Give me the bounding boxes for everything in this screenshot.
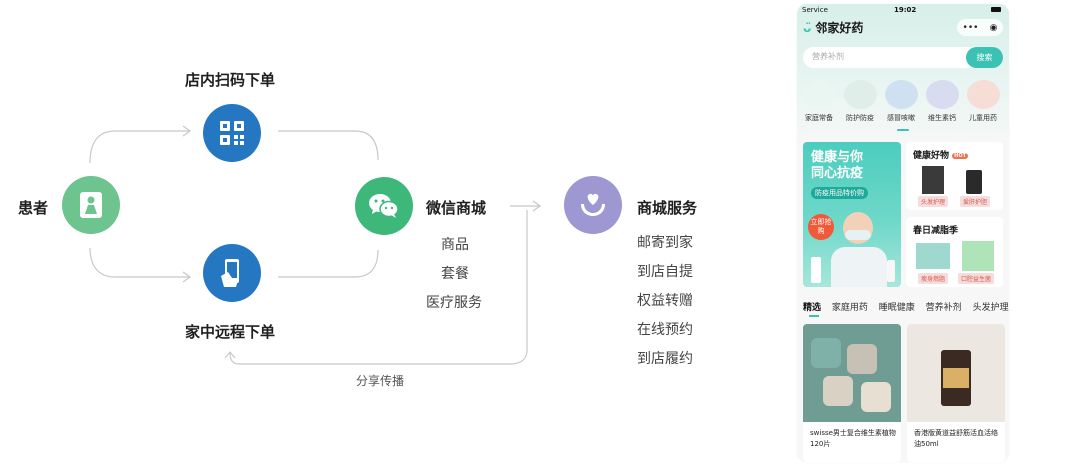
tag-probiotic: 口腔益生菌 [958, 273, 995, 284]
tab-family-medicine[interactable]: 家庭用药 [832, 303, 868, 313]
wechat-item-medical: 医疗服务 [426, 295, 482, 311]
search-bar[interactable]: 营养补剂 搜索 [803, 47, 1003, 68]
sick-person-icon [884, 80, 918, 109]
category-cold[interactable]: 感冒咳嗽 [883, 80, 919, 123]
service-item-fulfil: 到店履约 [637, 351, 693, 367]
patient-node [62, 176, 120, 234]
product-name: swisse男士复合维生素植物120片 [810, 429, 896, 448]
banner-title: 健康与你 同心抗疫 [811, 150, 863, 182]
category-vitamin[interactable]: 维生素钙 [924, 80, 960, 123]
line-patient-to-remote [89, 247, 190, 278]
line-scan-to-wechat [278, 130, 379, 161]
promo-banner[interactable]: 健康与你 同心抗疫 防疫用品特价购 立即抢购 [803, 142, 901, 287]
tag-hair-care: 头发护理 [918, 196, 949, 207]
patient-label: 患者 [18, 199, 49, 217]
remote-order-node [203, 244, 261, 302]
smile-logo-icon: ᴗ̈ [803, 21, 816, 35]
pill-bottle-icon [925, 80, 959, 109]
product-name: 香港版黄道益舒筋活血活络油50ml [914, 429, 998, 448]
product-box-icon [962, 241, 994, 271]
mask-icon [843, 80, 877, 109]
qr-code-icon [220, 121, 244, 145]
mall-service-label: 商城服务 [637, 199, 698, 217]
hot-badge: HOT [952, 152, 969, 159]
carrier-text: Service [802, 6, 828, 14]
category-protection[interactable]: 防护防疫 [842, 80, 878, 123]
line-patient-to-scan [89, 130, 190, 164]
banner-title-line1: 健康与你 [811, 150, 864, 165]
spring-diet-card[interactable]: 春日减脂季 瘦身燃脂 口腔益生菌 [906, 217, 1003, 287]
tag-fat-burn: 瘦身燃脂 [918, 273, 949, 284]
remote-order-label: 家中远程下单 [185, 323, 276, 341]
service-item-delivery: 邮寄到家 [637, 235, 693, 251]
mall-service-node [564, 176, 622, 234]
tag-liver-care: 爱肝护胆 [960, 196, 991, 207]
wechat-mall-label: 微信商城 [426, 199, 487, 217]
phone-mockup: Service 19:02 ᴗ̈ 邻家好药 ••• ◉ 营养补剂 搜索 家庭常备… [797, 4, 1009, 462]
healthy-goods-card[interactable]: 健康好物 HOT 头发护理 爱肝护胆 [906, 142, 1003, 210]
close-circle-icon[interactable]: ◉ [990, 23, 998, 33]
product-bottle-icon [966, 170, 982, 194]
phone-hand-icon [221, 259, 239, 287]
search-input[interactable]: 营养补剂 [812, 51, 844, 62]
banner-mask [845, 230, 871, 240]
card-title: 春日减脂季 [913, 226, 959, 236]
tab-nutrition[interactable]: 营养补剂 [926, 303, 962, 313]
banner-tag: 防疫用品特价购 [811, 187, 868, 199]
app-name: 邻家好药 [815, 21, 864, 35]
product-card[interactable]: swisse男士复合维生素植物120片 [803, 324, 901, 462]
search-button[interactable]: 搜索 [966, 47, 1003, 68]
line-remote-to-wechat [278, 249, 379, 278]
tab-featured[interactable]: 精选 [803, 303, 821, 313]
child-icon [966, 80, 1000, 109]
category-page-indicator [897, 129, 909, 131]
miniprogram-capsule[interactable]: ••• ◉ [957, 19, 1003, 36]
category-label: 感冒咳嗽 [887, 114, 915, 122]
active-tab-indicator [809, 315, 819, 317]
category-children[interactable]: 儿童用药 [965, 80, 1001, 123]
product-box-icon [922, 166, 944, 194]
tab-sleep[interactable]: 睡眠健康 [879, 303, 915, 313]
person-icon [80, 192, 102, 218]
product-box-icon [916, 243, 950, 269]
banner-buy-badge[interactable]: 立即抢购 [808, 214, 834, 240]
wechat-mall-node [355, 177, 413, 235]
wechat-item-package: 套餐 [441, 266, 469, 282]
banner-title-line2: 同心抗疫 [811, 166, 864, 181]
service-item-pickup: 到店自提 [637, 264, 693, 280]
status-time: 19:02 [894, 6, 917, 14]
banner-bottle [887, 260, 895, 282]
banner-sanitizer [811, 257, 821, 283]
category-label: 家庭常备 [805, 114, 833, 122]
share-label: 分享传播 [356, 374, 405, 388]
wechat-icon [369, 194, 399, 218]
battery-icon [991, 7, 1001, 12]
tab-hair[interactable]: 头发护理 [973, 303, 1009, 313]
scan-order-label: 店内扫码下单 [185, 71, 276, 89]
first-aid-icon [802, 80, 836, 109]
service-item-transfer: 权益转赠 [637, 293, 693, 309]
category-label: 防护防疫 [846, 114, 874, 122]
banner-person-body [831, 247, 887, 287]
category-tabs: 精选 家庭用药 睡眠健康 营养补剂 头发护理 [803, 300, 1009, 313]
category-label: 维生素钙 [928, 114, 956, 122]
product-card[interactable]: 香港版黄道益舒筋活血活络油50ml [907, 324, 1005, 462]
card-title: 健康好物 HOT [913, 151, 969, 161]
heart-hand-icon [581, 193, 605, 216]
wechat-item-goods: 商品 [441, 237, 469, 253]
more-icon[interactable]: ••• [963, 23, 979, 33]
app-logo: ᴗ̈ 邻家好药 [803, 19, 863, 36]
status-bar: Service 19:02 [802, 6, 1001, 16]
service-item-booking: 在线预约 [637, 322, 693, 338]
category-label: 儿童用药 [969, 114, 997, 122]
product-image [907, 324, 1005, 422]
category-household[interactable]: 家庭常备 [801, 80, 837, 123]
scan-order-node [203, 104, 261, 162]
product-image [803, 324, 901, 422]
